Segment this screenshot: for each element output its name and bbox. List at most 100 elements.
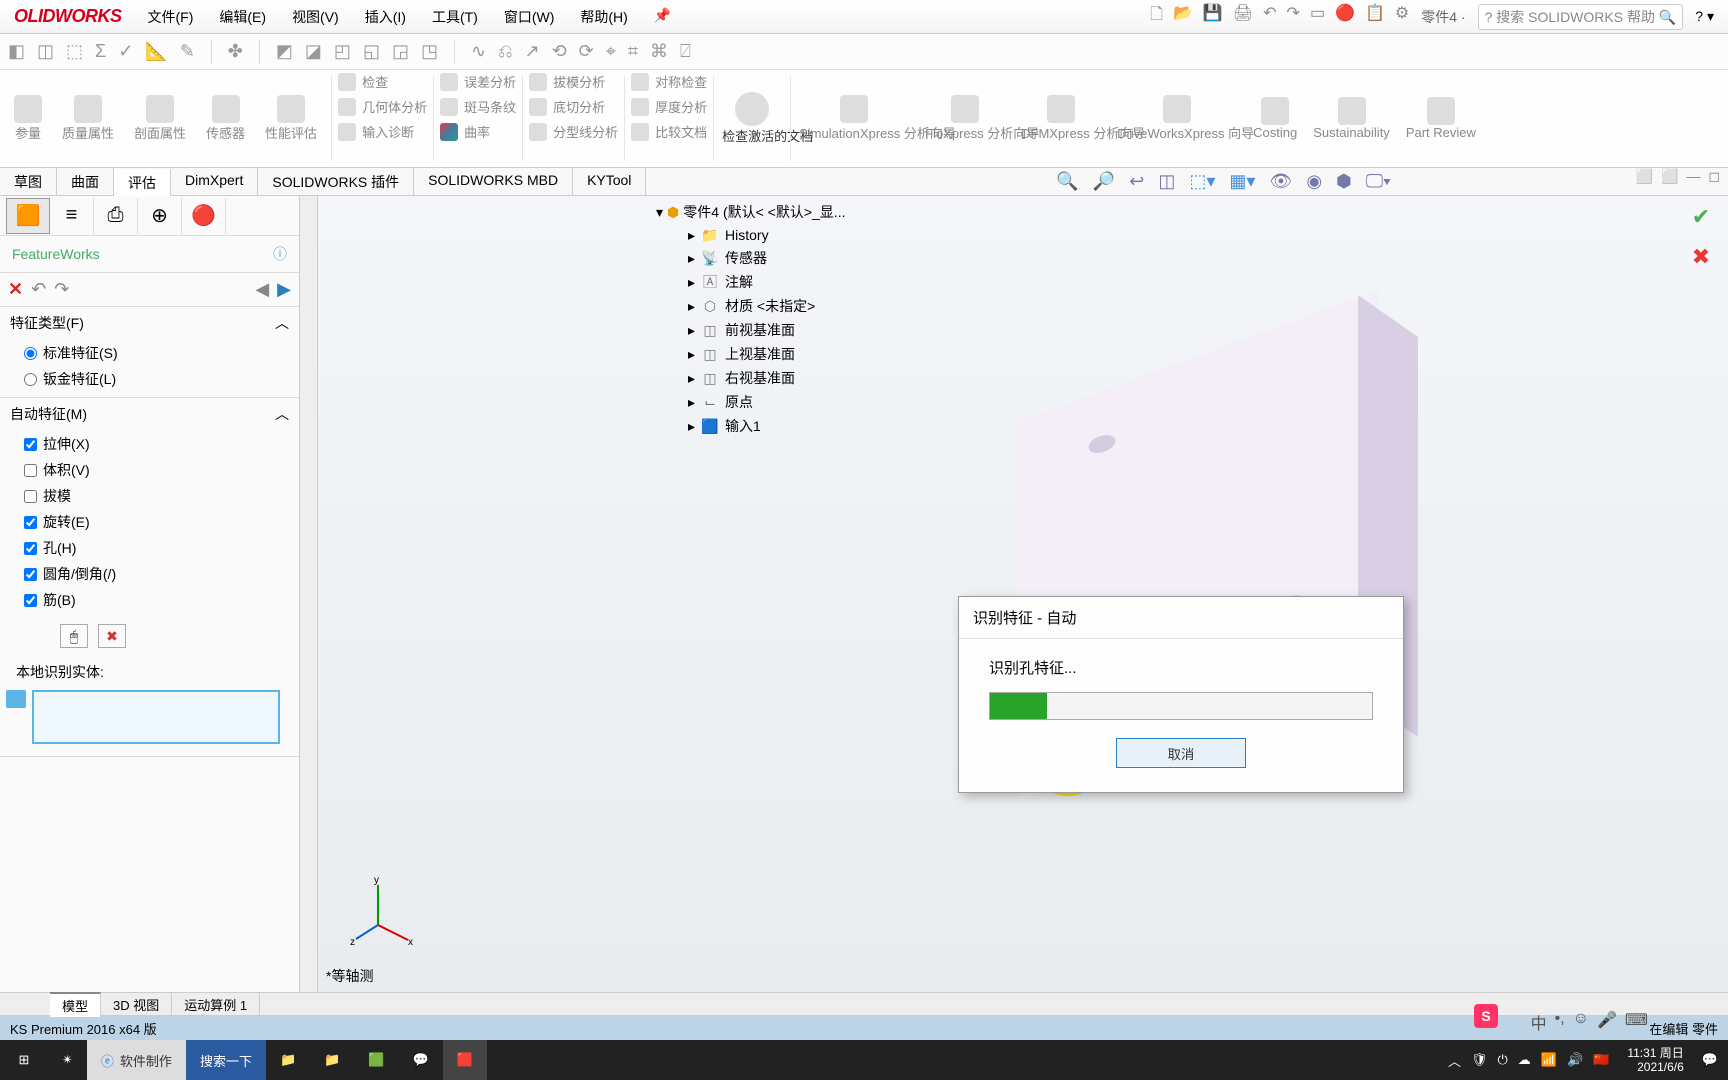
taskbar-explorer[interactable]: 📁 xyxy=(266,1040,310,1080)
tab-mbd[interactable]: SOLIDWORKS MBD xyxy=(414,168,573,195)
splitter[interactable] xyxy=(300,196,318,992)
undo-icon[interactable]: ↶ xyxy=(1263,3,1276,30)
check-item[interactable]: 拔模 xyxy=(24,486,291,506)
delete-icon[interactable]: ✖ xyxy=(98,624,126,648)
auto-features-header[interactable]: 自动特征(M)︿ xyxy=(0,398,299,430)
tab-configmgr-icon[interactable]: ⎙ xyxy=(94,198,138,234)
cancel-button[interactable]: 取消 xyxy=(1116,738,1246,768)
next-icon[interactable]: ▶ xyxy=(277,279,291,300)
qt-icon[interactable]: ✎ xyxy=(180,41,195,62)
qt-icon[interactable]: ◲ xyxy=(392,41,409,62)
select-body-icon[interactable]: 🖱 xyxy=(60,624,88,648)
tray-icon[interactable]: ⏻ xyxy=(1497,1052,1507,1068)
prev-icon[interactable]: ◀ xyxy=(255,279,269,300)
emoji-icon[interactable]: ☺ xyxy=(1573,1010,1589,1034)
tree-item[interactable]: ▸◫右视基准面 xyxy=(654,366,874,390)
new-icon[interactable]: 🗋 xyxy=(1150,3,1163,30)
qt-icon[interactable]: ◩ xyxy=(276,41,293,62)
qt-icon[interactable]: ◫ xyxy=(37,41,54,62)
tray-icon[interactable]: 📶 xyxy=(1541,1052,1557,1068)
rebuild-icon[interactable]: 🔴 xyxy=(1335,3,1355,30)
select-icon[interactable]: ▭ xyxy=(1310,3,1325,30)
qt-icon[interactable]: ✤ xyxy=(228,41,243,62)
ribbon-err[interactable]: 误差分析 xyxy=(434,70,522,93)
zoom-area-icon[interactable]: 🔎 xyxy=(1093,171,1115,192)
tray-icon[interactable]: 🔊 xyxy=(1567,1052,1583,1068)
taskbar-sw[interactable]: 🟥 xyxy=(443,1040,487,1080)
pin-icon[interactable]: 📌 xyxy=(642,1,683,33)
menu-help[interactable]: 帮助(H) xyxy=(568,1,639,33)
qt-icon[interactable]: ⎌ xyxy=(498,41,512,62)
kb-icon[interactable]: ⌨ xyxy=(1625,1010,1648,1034)
win-min-icon[interactable]: — xyxy=(1686,168,1700,195)
section-icon[interactable]: ◫ xyxy=(1158,171,1175,192)
qt-icon[interactable]: 📐 xyxy=(145,41,167,62)
tree-item[interactable]: ▸🟦输入1 xyxy=(654,414,874,438)
tab-dispmgr-icon[interactable]: 🔴 xyxy=(182,198,226,234)
taskbar-app[interactable]: ✴ xyxy=(48,1040,87,1080)
redo-icon[interactable]: ↷ xyxy=(1287,3,1300,30)
prev-view-icon[interactable]: ↩ xyxy=(1129,171,1144,192)
appear-icon[interactable]: ⬢ xyxy=(1336,171,1352,192)
tray-icon[interactable]: 🛡 xyxy=(1471,1052,1488,1068)
tree-item[interactable]: ▸⬡材质 <未指定> xyxy=(654,294,874,318)
screen-icon[interactable]: 🖵▾ xyxy=(1366,171,1391,192)
radio-sheetmetal[interactable]: 钣金特征(L) xyxy=(24,369,291,389)
ribbon-simx[interactable]: SimulationXpress 分析向导 xyxy=(791,70,917,167)
ribbon-geom[interactable]: 几何体分析 xyxy=(332,95,433,118)
tab-propmgr-icon[interactable]: ≡ xyxy=(50,198,94,234)
ime-cn[interactable]: 中 xyxy=(1531,1010,1547,1034)
tray-notif-icon[interactable]: 💬 xyxy=(1702,1052,1718,1068)
graphics-canvas[interactable]: ▾ ⬢ 零件4 (默认< <默认>_显... ▸📁History▸📡传感器▸🄰注… xyxy=(318,196,1728,992)
options-icon[interactable]: 📋 xyxy=(1365,3,1385,30)
win-icon[interactable]: ⬜ xyxy=(1636,168,1653,195)
ribbon-zebra[interactable]: 斑马条纹 xyxy=(434,95,522,118)
view-cube-icon[interactable]: ⬚▾ xyxy=(1189,171,1215,192)
tree-item[interactable]: ▸◫前视基准面 xyxy=(654,318,874,342)
ribbon-flox[interactable]: FloXpress 分析向导 xyxy=(917,70,1013,167)
open-icon[interactable]: 📂 xyxy=(1173,3,1193,30)
win-max-icon[interactable]: ◻ xyxy=(1708,168,1720,195)
help-dropdown[interactable]: ? ▾ xyxy=(1695,8,1714,25)
qt-icon[interactable]: ⟳ xyxy=(579,41,594,62)
menu-edit[interactable]: 编辑(E) xyxy=(207,1,278,33)
gear-icon[interactable]: ⚙ xyxy=(1395,3,1409,30)
qt-icon[interactable]: ⌖ xyxy=(606,41,616,62)
ribbon-part[interactable]: 分型线分析 xyxy=(523,120,624,143)
tree-item[interactable]: ▸📁History xyxy=(654,224,874,246)
qt-icon[interactable]: ⌗ xyxy=(628,41,638,62)
qt-icon[interactable]: ⬚ xyxy=(66,41,83,62)
ribbon-under[interactable]: 底切分析 xyxy=(523,95,624,118)
close-x-icon[interactable]: ✖ xyxy=(1686,242,1716,272)
zoom-fit-icon[interactable]: 🔍 xyxy=(1056,171,1078,192)
tree-item[interactable]: ▸🄰注解 xyxy=(654,270,874,294)
ribbon-preview[interactable]: Part Review xyxy=(1398,70,1484,167)
ribbon-sym[interactable]: 对称检查 xyxy=(625,70,713,93)
entity-list[interactable] xyxy=(32,690,280,744)
radio-standard[interactable]: 标准特征(S) xyxy=(24,343,291,363)
tab-evaluate[interactable]: 评估 xyxy=(114,169,171,196)
taskbar-ie[interactable]: ⓔ软件制作 xyxy=(87,1040,186,1080)
tab-kytool[interactable]: KYTool xyxy=(573,168,646,195)
qt-icon[interactable]: Σ xyxy=(95,41,106,62)
tab-addins[interactable]: SOLIDWORKS 插件 xyxy=(258,168,414,195)
ribbon-dfmx[interactable]: DFMXpress 分析向导 xyxy=(1013,70,1109,167)
ribbon-dwx[interactable]: DriveWorksXpress 向导 xyxy=(1109,70,1245,167)
hide-icon[interactable]: 👁 xyxy=(1269,171,1292,192)
check-item[interactable]: 筋(B) xyxy=(24,590,291,610)
tree-item[interactable]: ▸📡传感器 xyxy=(654,246,874,270)
taskbar-app2[interactable]: 📁 xyxy=(310,1040,354,1080)
tab-featmgr-icon[interactable]: 🟧 xyxy=(6,198,50,234)
ribbon-curv[interactable]: 曲率 xyxy=(434,120,522,143)
display-icon[interactable]: ▦▾ xyxy=(1229,171,1255,192)
menu-file[interactable]: 文件(F) xyxy=(136,1,206,33)
qt-icon[interactable]: ↗ xyxy=(524,41,539,62)
tree-item[interactable]: ▸⌙原点 xyxy=(654,390,874,414)
qt-icon[interactable]: ⍁ xyxy=(680,41,691,62)
taskbar-wechat[interactable]: 💬 xyxy=(399,1040,443,1080)
ime-badge[interactable]: S xyxy=(1474,1004,1498,1028)
ribbon-diag[interactable]: 输入诊断 xyxy=(332,120,433,143)
tray-icon[interactable]: ☁ xyxy=(1518,1052,1531,1068)
qt-icon[interactable]: ◱ xyxy=(363,41,380,62)
redo-icon[interactable]: ↷ xyxy=(54,279,69,300)
